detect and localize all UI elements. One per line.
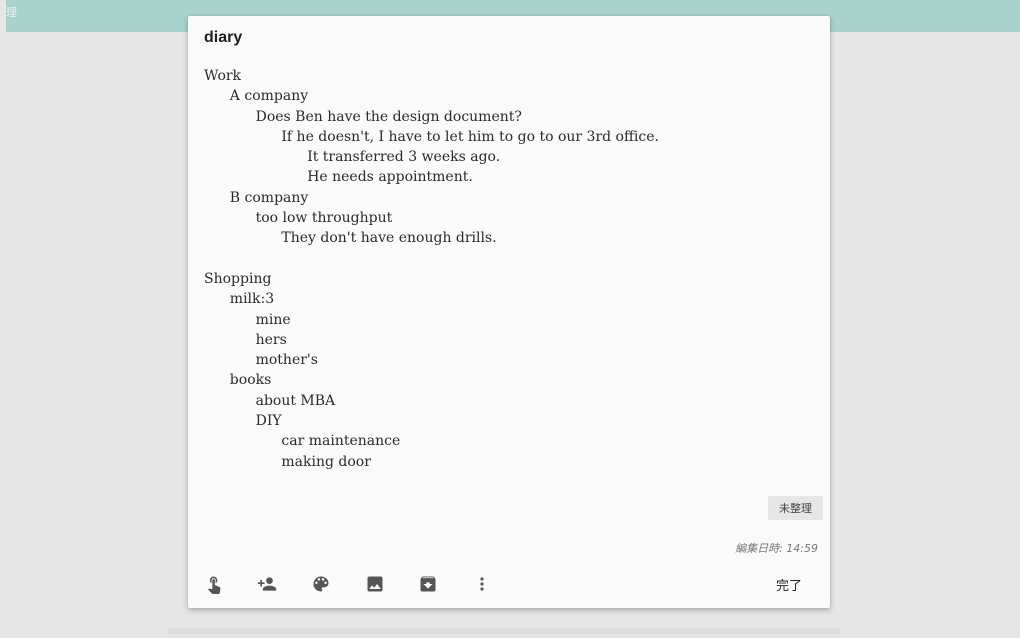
- note-line: Shopping: [204, 270, 272, 287]
- edited-timestamp: 編集日時: 14:59: [735, 542, 818, 555]
- note-line: If he doesn't, I have to let him to go t…: [281, 128, 659, 145]
- note-line: making door: [281, 453, 371, 470]
- note-line: car maintenance: [281, 433, 401, 450]
- background-note-edge: [168, 628, 840, 634]
- note-body[interactable]: Work A company Does Ben have the design do…: [204, 66, 804, 472]
- note-line: [204, 249, 804, 269]
- palette-icon[interactable]: [309, 572, 333, 596]
- note-line: Work: [204, 68, 242, 84]
- note-line: A company: [229, 88, 309, 105]
- note-line: Does Ben have the design document?: [255, 108, 522, 125]
- note-toolbar: 完了: [188, 562, 830, 608]
- done-button[interactable]: 完了: [776, 575, 802, 594]
- note-line: B company: [229, 189, 309, 206]
- label-chip-text: 未整理: [779, 502, 812, 515]
- note-line: hers: [255, 331, 287, 348]
- note-line: It transferred 3 weeks ago.: [307, 149, 501, 166]
- label-chip[interactable]: 未整理: [768, 496, 823, 520]
- note-line: milk:3: [229, 291, 275, 308]
- note-line: They don't have enough drills.: [281, 230, 497, 247]
- note-line: about MBA: [255, 392, 336, 409]
- archive-icon[interactable]: [416, 572, 440, 596]
- note-line: mine: [255, 311, 291, 328]
- note-line: too low throughput: [255, 210, 393, 227]
- note-line: He needs appointment.: [307, 169, 473, 186]
- note-line: DIY: [255, 413, 282, 430]
- header-corner-text: 理: [6, 6, 17, 19]
- more-vert-icon[interactable]: [470, 572, 494, 596]
- note-line: mother's: [255, 352, 318, 369]
- add-collaborator-icon[interactable]: [255, 572, 279, 596]
- note-line: books: [229, 372, 272, 389]
- note-title[interactable]: diary: [204, 29, 242, 47]
- reminder-touch-icon[interactable]: [202, 572, 226, 596]
- image-icon[interactable]: [363, 572, 387, 596]
- note-editor-card: diary Work A company Does Ben have the des…: [188, 16, 830, 608]
